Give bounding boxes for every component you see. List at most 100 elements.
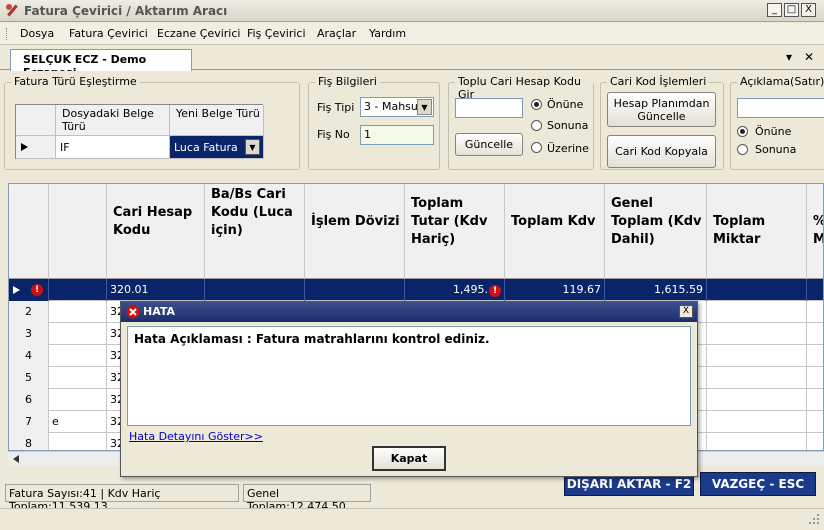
menu-eczane-cevirici[interactable]: Eczane Çevirici [157, 27, 240, 40]
cell-miktar[interactable] [707, 411, 807, 433]
cell-extra[interactable] [49, 345, 107, 367]
file-type-cell[interactable]: IF [56, 136, 170, 159]
cell-text: 119.67 [562, 283, 602, 296]
error-detail-link[interactable]: Hata Detayını Göster>> [129, 430, 263, 443]
aciklama-radio-sonuna-label: Sonuna [755, 143, 797, 156]
cell-pct[interactable] [807, 389, 823, 411]
close-button[interactable]: X [801, 3, 816, 17]
cell-kdv[interactable]: 119.67 [505, 279, 605, 301]
fis-no-label: Fiş No [317, 128, 350, 141]
menu-fis-cevirici[interactable]: Fiş Çevirici [247, 27, 306, 40]
cell-extra[interactable] [49, 367, 107, 389]
cari-kod-group: Cari Kod İşlemleri Hesap Planımdan Günce… [600, 75, 724, 170]
cell-miktar[interactable] [707, 323, 807, 345]
aciklama-title: Açıklama(Satır) [737, 75, 824, 88]
cell-pct[interactable] [807, 301, 823, 323]
cell-babs[interactable] [205, 279, 305, 301]
grid-header-toplam-miktar[interactable]: Toplam Miktar [707, 184, 807, 279]
fis-info-title: Fiş Bilgileri [315, 75, 380, 88]
cell-extra[interactable] [49, 279, 107, 301]
minimize-button[interactable]: _ [767, 3, 782, 17]
dialog-kapat-button[interactable]: Kapat [372, 446, 446, 471]
cell-extra[interactable] [49, 433, 107, 450]
menu-grip-icon [6, 28, 9, 40]
grid-header-toplam-kdv[interactable]: Toplam Kdv [505, 184, 605, 279]
fis-no-input[interactable]: 1 [360, 125, 434, 145]
fis-type-label: Fiş Tipi [317, 101, 355, 114]
maximize-button[interactable]: □ [784, 3, 799, 17]
grid-header-islem-dovizi[interactable]: İşlem Dövizi [305, 184, 405, 279]
cell-pct[interactable] [807, 279, 823, 301]
new-type-select[interactable]: Luca Fatura ▼ [170, 136, 264, 159]
cell-num: 6 [9, 389, 49, 411]
cell-extra[interactable] [49, 323, 107, 345]
cell-pct[interactable] [807, 433, 823, 450]
cell-miktar[interactable] [707, 279, 807, 301]
dialog-close-icon[interactable]: X [679, 305, 693, 318]
update-button[interactable]: Güncelle [455, 133, 523, 156]
aciklama-radio-onune[interactable] [737, 126, 748, 137]
update-from-plan-button[interactable]: Hesap Planımdan Güncelle [607, 92, 716, 127]
cell-miktar[interactable] [707, 433, 807, 450]
cell-extra[interactable] [49, 389, 107, 411]
invoice-type-grid: Dosyadaki Belge Türü Yeni Belge Türü IF … [15, 104, 264, 159]
grid-header-rownum [9, 184, 49, 279]
cell-cari[interactable]: 320.01 [107, 279, 205, 301]
cell-extra[interactable] [49, 301, 107, 323]
grid-header-genel-toplam[interactable]: Genel Toplam (Kdv Dahil) [605, 184, 707, 279]
row-indicator [16, 136, 56, 159]
grid-header-percent[interactable]: % M [807, 184, 823, 279]
wrench-icon [6, 4, 18, 17]
menu-araclar[interactable]: Araçlar [317, 27, 356, 40]
cell-genel[interactable]: 1,615.59 [605, 279, 707, 301]
table-row[interactable]: ! 320.01 1,495.! 119.67 1,615.59 [9, 279, 823, 301]
radio-sonuna-label: Sonuna [547, 119, 589, 132]
aciklama-radio-onune-label: Önüne [755, 125, 792, 138]
cell-pct[interactable] [807, 323, 823, 345]
menu-yardim[interactable]: Yardım [369, 27, 406, 40]
cell-pct[interactable] [807, 367, 823, 389]
grid-header-cari-hesap-kodu[interactable]: Cari Hesap Kodu [107, 184, 205, 279]
aciklama-input[interactable] [737, 98, 824, 118]
radio-uzerine[interactable] [531, 142, 542, 153]
error-message: Hata Açıklaması : Fatura matrahlarını ko… [127, 326, 691, 426]
cell-miktar[interactable] [707, 345, 807, 367]
invoice-type-mapping-title: Fatura Türü Eşleştirme [11, 75, 140, 88]
cell-text: 5 [25, 371, 32, 384]
cell-miktar[interactable] [707, 389, 807, 411]
cell-miktar[interactable] [707, 301, 807, 323]
cell-text: 3 [25, 327, 32, 340]
cell-pct[interactable] [807, 345, 823, 367]
fis-type-select[interactable]: 3 - Mahsup ▼ [360, 97, 434, 117]
tab-close-icon[interactable]: ✕ [804, 50, 814, 64]
grid-header-babs-cari-kodu[interactable]: Ba/Bs Cari Kodu (Luca için) [205, 184, 305, 279]
cell-miktar[interactable] [707, 367, 807, 389]
cell-num: 4 [9, 345, 49, 367]
cell-doviz[interactable] [305, 279, 405, 301]
error-dialog-title: HATA [121, 302, 697, 322]
resize-grip-icon[interactable] [808, 513, 820, 525]
row-error-icon: ! [31, 284, 43, 296]
cell-text: 1,615.59 [654, 283, 703, 296]
tab-demo-eczanesi[interactable]: SELÇUK ECZ - Demo Eczanesi [10, 49, 192, 79]
bulk-account-input[interactable] [455, 98, 523, 118]
bulk-account-group: Toplu Cari Hesap Kodu Gir Güncelle Önüne… [448, 75, 594, 170]
cancel-button[interactable]: VAZGEÇ - ESC [700, 472, 816, 496]
aciklama-radio-sonuna[interactable] [737, 144, 748, 155]
copy-cari-code-button[interactable]: Cari Kod Kopyala [607, 135, 716, 168]
scroll-left-icon[interactable] [10, 453, 22, 465]
cell-extra[interactable]: e [49, 411, 107, 433]
menu-fatura-cevirici[interactable]: Fatura Çevirici [69, 27, 148, 40]
menu-dosya[interactable]: Dosya [20, 27, 54, 40]
cell-pct[interactable] [807, 411, 823, 433]
chevron-down-icon[interactable]: ▾ [786, 50, 792, 64]
chevron-down-icon[interactable]: ▼ [417, 99, 432, 115]
radio-onune[interactable] [531, 99, 542, 110]
cell-tutar[interactable]: 1,495.! [405, 279, 505, 301]
dropdown-arrow-icon[interactable]: ▼ [245, 139, 260, 155]
invoice-type-mapping-group: Fatura Türü Eşleştirme Dosyadaki Belge T… [4, 75, 300, 170]
radio-sonuna[interactable] [531, 120, 542, 131]
grid-header-toplam-tutar[interactable]: Toplam Tutar (Kdv Hariç) [405, 184, 505, 279]
col-header-new-type: Yeni Belge Türü [170, 105, 264, 136]
cell-text: 320.01 [110, 283, 149, 296]
